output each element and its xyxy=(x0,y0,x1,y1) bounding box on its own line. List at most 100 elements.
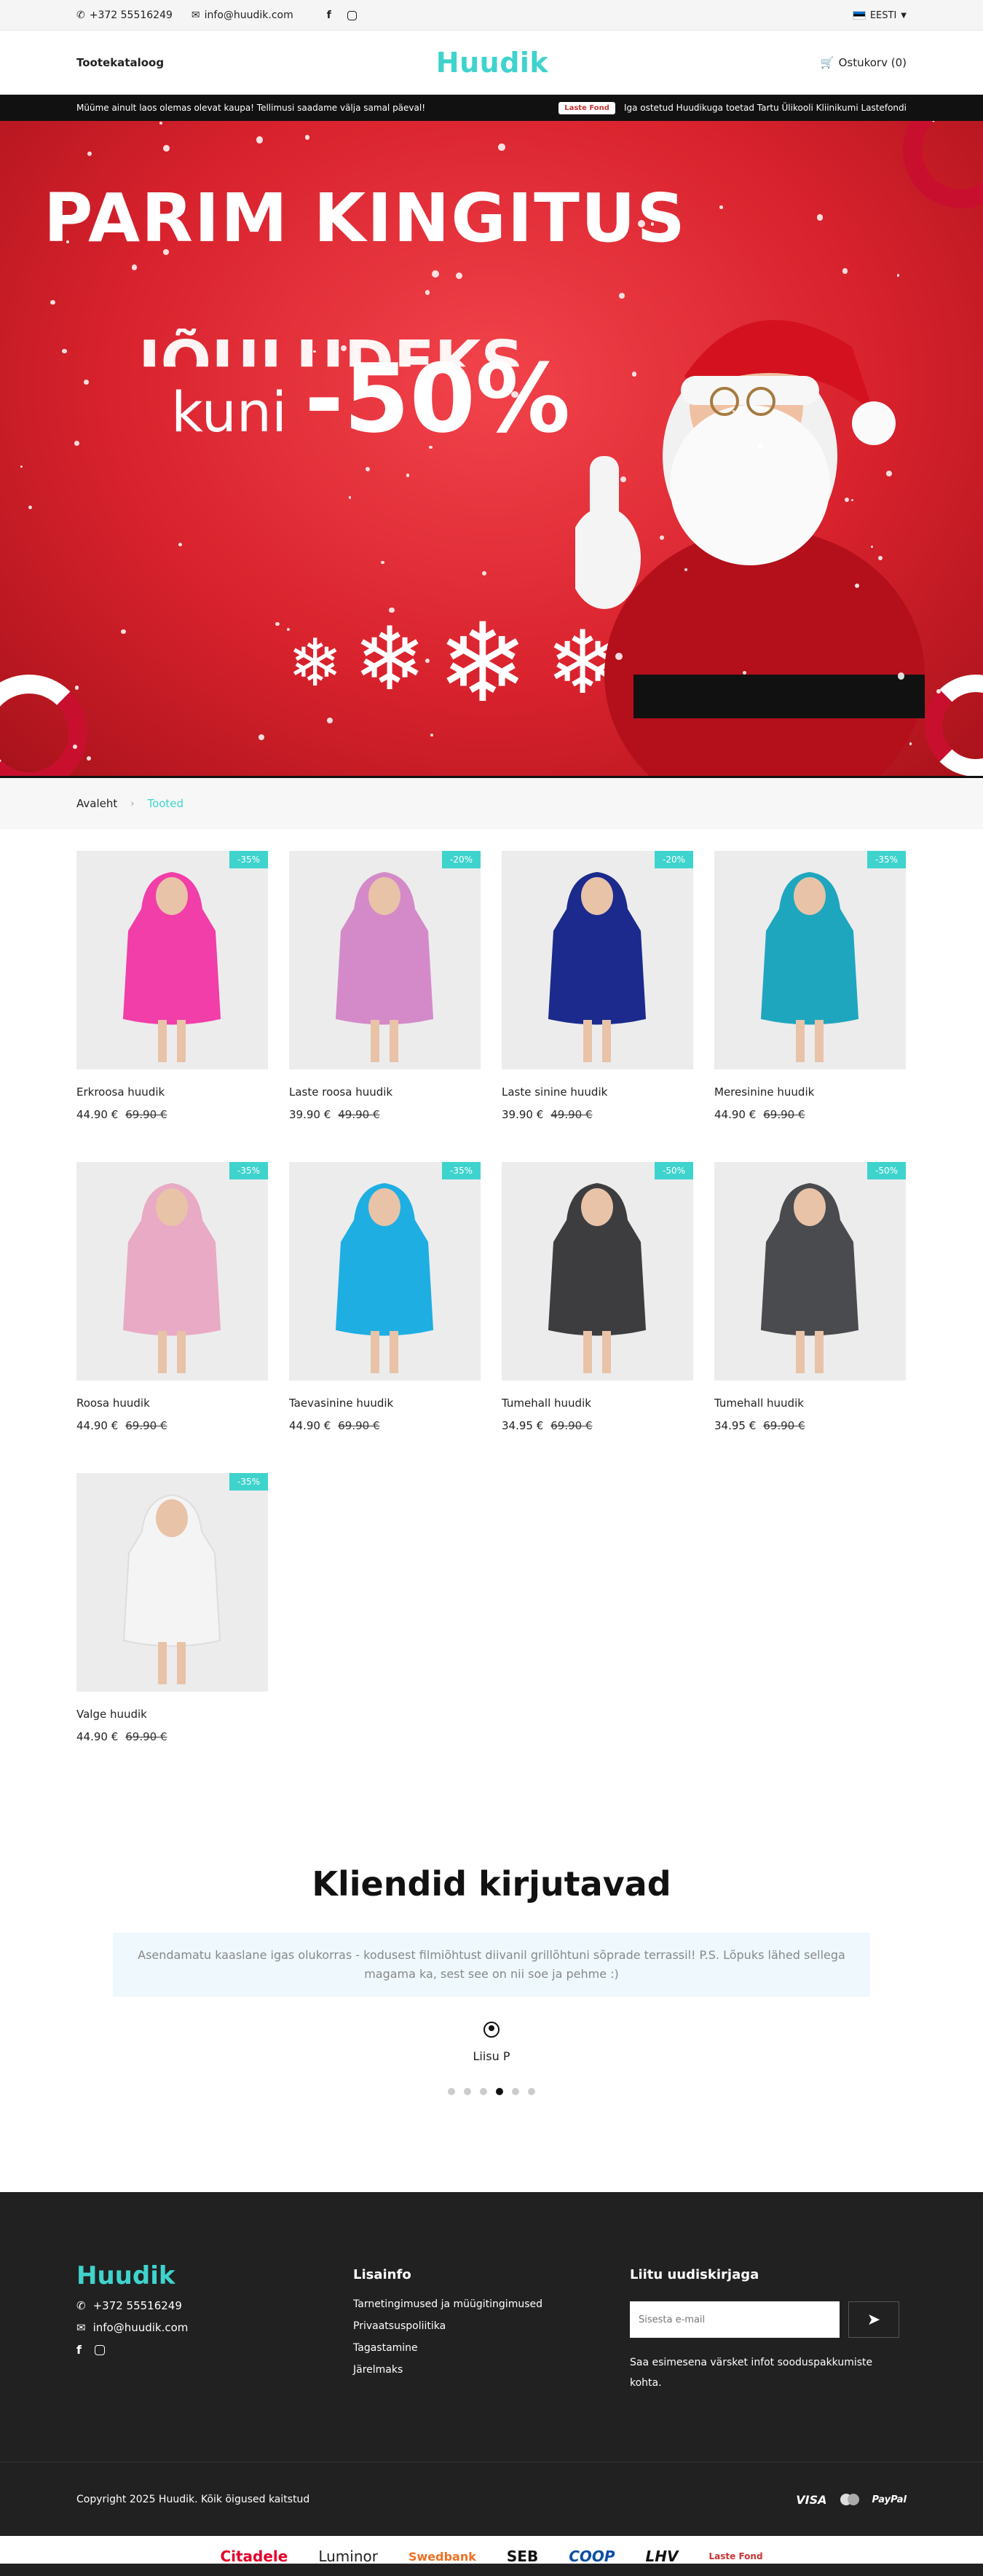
footer-logo[interactable]: Huudik xyxy=(76,2261,353,2290)
carousel-dot[interactable] xyxy=(480,2088,487,2095)
hero-discount-value: -50% xyxy=(304,343,571,454)
instagram-icon[interactable] xyxy=(347,11,357,20)
product-name[interactable]: Valge huudik xyxy=(76,1708,268,1721)
product-price: 44.90 € xyxy=(76,1730,119,1743)
seb-logo: SEB xyxy=(506,2548,539,2565)
product-name[interactable]: Laste roosa huudik xyxy=(289,1085,481,1099)
site-footer: Huudik ✆ +372 55516249 ✉ info@huudik.com… xyxy=(0,2192,983,2536)
laste-fond-logo: Laste Fond xyxy=(558,101,615,114)
product-old-price: 69.90 € xyxy=(125,1730,167,1743)
carousel-dot[interactable] xyxy=(496,2088,503,2095)
snow-particle xyxy=(877,555,883,561)
product-old-price: 49.90 € xyxy=(338,1108,380,1121)
product-image[interactable]: -35% xyxy=(76,851,268,1069)
hero-banner[interactable]: PARIM KINGITUS JÕULUDEKS kuni -50% ❄ ❄ ❄ … xyxy=(0,121,983,778)
email-contact[interactable]: ✉ info@huudik.com xyxy=(192,9,293,21)
swedbank-logo: Swedbank xyxy=(408,2549,476,2564)
facebook-icon[interactable]: f xyxy=(76,2343,82,2357)
footer-link-installments[interactable]: Järelmaks xyxy=(353,2364,630,2376)
product-name[interactable]: Meresinine huudik xyxy=(714,1085,906,1099)
footer-link-privacy[interactable]: Privaatsuspoliitika xyxy=(353,2320,630,2332)
phone-contact[interactable]: ✆ +372 55516249 xyxy=(76,9,173,21)
product-image[interactable]: -35% xyxy=(76,1473,268,1692)
site-logo[interactable]: Huudik xyxy=(436,47,548,79)
carousel-dot[interactable] xyxy=(528,2088,535,2095)
product-name[interactable]: Roosa huudik xyxy=(76,1397,268,1410)
chevron-down-icon: ▼ xyxy=(901,11,907,20)
footer-phone[interactable]: ✆ +372 55516249 xyxy=(76,2299,353,2312)
product-name[interactable]: Taevasinine huudik xyxy=(289,1397,481,1410)
carousel-dot[interactable] xyxy=(448,2088,455,2095)
snow-particle xyxy=(472,234,477,239)
product-card[interactable]: -50% Tumehall huudik 34.95 € 69.90 € xyxy=(714,1162,906,1473)
discount-badge: -50% xyxy=(654,1162,693,1179)
snow-particle xyxy=(615,652,623,660)
product-card[interactable]: -20% Laste roosa huudik 39.90 € 49.90 € xyxy=(289,851,481,1162)
snow-particle xyxy=(638,219,646,227)
product-image[interactable]: -35% xyxy=(289,1162,481,1381)
carousel-dot[interactable] xyxy=(464,2088,471,2095)
product-grid: -35% Erkroosa huudik 44.90 € 69.90 € -20%… xyxy=(76,851,907,1784)
facebook-icon[interactable]: f xyxy=(327,9,331,21)
product-card[interactable]: -35% Erkroosa huudik 44.90 € 69.90 € xyxy=(76,851,268,1162)
product-card[interactable]: -35% Meresinine huudik 44.90 € 69.90 € xyxy=(714,851,906,1162)
chevron-right-icon: › xyxy=(130,798,135,809)
language-selector[interactable]: EESTI ▼ xyxy=(852,10,907,21)
footer-info-column: Lisainfo Tarnetingimused ja müügitingimu… xyxy=(353,2261,630,2462)
newsletter-submit-button[interactable]: ➤ xyxy=(848,2301,899,2338)
product-image[interactable]: -35% xyxy=(76,1162,268,1381)
product-price-row: 39.90 € 49.90 € xyxy=(502,1108,693,1121)
product-image[interactable]: -20% xyxy=(289,851,481,1069)
newsletter-title: Liitu uudiskirjaga xyxy=(630,2267,759,2282)
snow-particle xyxy=(430,734,433,737)
catalog-link[interactable]: Tootekataloog xyxy=(76,56,164,69)
cart-link[interactable]: 🛒 Ostukorv (0) xyxy=(821,56,907,69)
laste-fond-logo: Laste Fond xyxy=(708,2551,763,2561)
discount-badge: -35% xyxy=(229,1162,268,1179)
breadcrumb-home[interactable]: Avaleht xyxy=(76,797,117,810)
product-name[interactable]: Tumehall huudik xyxy=(714,1397,906,1410)
candy-cane-decoration xyxy=(0,675,87,776)
snow-particle xyxy=(74,440,80,447)
envelope-icon: ✉ xyxy=(76,2321,86,2334)
product-old-price: 69.90 € xyxy=(550,1419,593,1432)
snow-particle xyxy=(659,535,664,541)
footer-link-returns[interactable]: Tagastamine xyxy=(353,2342,630,2354)
snow-particle xyxy=(86,755,92,761)
snow-particle xyxy=(348,496,351,499)
product-card[interactable]: -20% Laste sinine huudik 39.90 € 49.90 € xyxy=(502,851,693,1162)
product-price-row: 44.90 € 69.90 € xyxy=(76,1419,268,1432)
product-card[interactable]: -35% Roosa huudik 44.90 € 69.90 € xyxy=(76,1162,268,1473)
product-card[interactable]: -50% Tumehall huudik 34.95 € 69.90 € xyxy=(502,1162,693,1473)
snow-particle xyxy=(66,240,69,243)
carousel-dots xyxy=(0,2088,983,2095)
footer-contact-column: Huudik ✆ +372 55516249 ✉ info@huudik.com… xyxy=(76,2261,353,2462)
snow-particle xyxy=(83,379,90,385)
instagram-icon[interactable] xyxy=(94,2345,105,2355)
top-bar: ✆ +372 55516249 ✉ info@huudik.com f EEST… xyxy=(0,0,983,31)
product-price: 44.90 € xyxy=(289,1419,331,1432)
product-price-row: 34.95 € 69.90 € xyxy=(502,1419,693,1432)
phone-number: +372 55516249 xyxy=(89,9,173,21)
product-name[interactable]: Tumehall huudik xyxy=(502,1397,693,1410)
product-name[interactable]: Laste sinine huudik xyxy=(502,1085,693,1099)
carousel-dot[interactable] xyxy=(512,2088,519,2095)
breadcrumb: Avaleht › Tooted xyxy=(0,778,983,829)
snowflake-icon: ❄ xyxy=(288,625,343,702)
product-card[interactable]: -35% Taevasinine huudik 44.90 € 69.90 € xyxy=(289,1162,481,1473)
product-old-price: 49.90 € xyxy=(550,1108,593,1121)
copyright-row: Copyright 2025 Huudik. Kõik õigused kait… xyxy=(0,2462,983,2536)
product-old-price: 69.90 € xyxy=(125,1419,167,1432)
product-card[interactable]: -35% Valge huudik 44.90 € 69.90 € xyxy=(76,1473,268,1784)
footer-link-terms[interactable]: Tarnetingimused ja müügitingimused xyxy=(353,2298,630,2310)
newsletter-email-input[interactable] xyxy=(630,2301,840,2338)
footer-email[interactable]: ✉ info@huudik.com xyxy=(76,2321,353,2334)
product-image[interactable]: -50% xyxy=(714,1162,906,1381)
product-image[interactable]: -35% xyxy=(714,851,906,1069)
product-name[interactable]: Erkroosa huudik xyxy=(76,1085,268,1099)
snow-particle xyxy=(719,205,723,209)
email-address: info@huudik.com xyxy=(204,9,293,21)
product-image[interactable]: -50% xyxy=(502,1162,693,1381)
product-image[interactable]: -20% xyxy=(502,851,693,1069)
discount-badge: -20% xyxy=(441,851,481,868)
